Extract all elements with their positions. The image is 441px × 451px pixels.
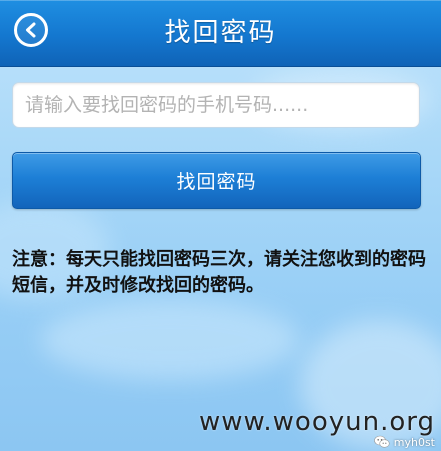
phone-input-container	[12, 82, 420, 128]
notice-text: 注意：每天只能找回密码三次，请关注您收到的密码短信，并及时修改找回的密码。	[12, 249, 426, 296]
watermark-wechat: myh0st	[373, 435, 435, 449]
page-title: 找回密码	[164, 18, 277, 48]
watermark: www.wooyun.org	[199, 407, 435, 437]
background-blob	[40, 300, 300, 380]
wechat-icon	[373, 435, 390, 448]
header-bar: 找回密码	[0, 0, 441, 67]
watermark-handle: myh0st	[393, 435, 435, 449]
background-decoration	[0, 0, 441, 451]
watermark-site: www.wooyun.org	[198, 407, 435, 437]
phone-number-input[interactable]	[13, 83, 419, 127]
retrieve-password-button[interactable]: 找回密码	[12, 152, 421, 209]
